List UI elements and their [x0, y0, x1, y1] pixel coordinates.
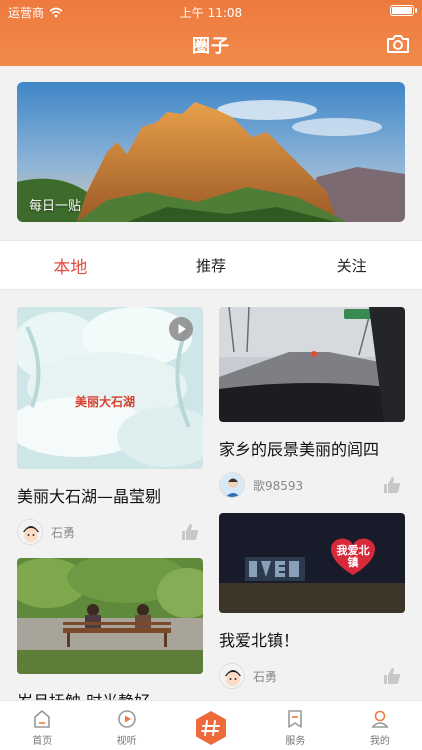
post-card[interactable]: 我爱北镇 我爱北镇！ 石勇	[219, 513, 405, 689]
road-image	[219, 307, 405, 422]
user-icon	[371, 710, 389, 728]
night-sign-image	[219, 513, 405, 613]
thumbs-up-icon[interactable]	[383, 667, 401, 685]
avatar[interactable]	[17, 519, 43, 545]
play-icon	[117, 710, 136, 728]
bookmark-icon	[288, 710, 303, 728]
status-bar: 运营商 上午 11:08	[0, 0, 422, 22]
tab-profile[interactable]: 我的	[338, 701, 422, 750]
post-card[interactable]: 美丽大石湖 美丽大石湖—晶莹剔 石勇	[17, 307, 203, 545]
tab-label: 首页	[32, 736, 53, 747]
post-caption: 美丽大石湖—晶莹剔	[17, 487, 162, 506]
tab-service[interactable]: 服务	[253, 701, 337, 750]
video-play-icon[interactable]	[169, 317, 193, 341]
tab-follow[interactable]: 关注	[281, 241, 422, 289]
post-caption: 家乡的辰景美丽的闾四	[219, 440, 380, 459]
tab-label: 我的	[369, 736, 390, 747]
post-card[interactable]: 家乡的辰景美丽的闾四 歌98593	[219, 307, 405, 498]
camera-icon[interactable]	[386, 34, 410, 54]
page-title: 圈子	[192, 36, 230, 57]
image-overlay-text: 我爱北镇	[336, 544, 370, 569]
post-thumbnail[interactable]	[17, 558, 203, 674]
tab-media[interactable]: 视听	[84, 701, 168, 750]
header-bar: 运营商 上午 11:08 圈子	[0, 0, 422, 66]
tab-home[interactable]: 首页	[0, 701, 84, 750]
post-thumbnail[interactable]: 美丽大石湖	[17, 307, 203, 469]
tab-circle[interactable]	[169, 701, 253, 750]
daily-post-banner[interactable]: 每日一贴	[17, 82, 405, 222]
post-author[interactable]: 歌98593	[253, 477, 303, 494]
battery-icon	[390, 5, 417, 16]
post-card[interactable]: 岁月抚触 时光静好	[17, 558, 203, 712]
tab-local[interactable]: 本地	[0, 241, 141, 289]
post-caption: 我爱北镇！	[219, 631, 300, 650]
post-meta: 石勇	[17, 519, 203, 545]
tab-label: 服务	[285, 736, 306, 747]
status-time: 上午 11:08	[179, 6, 243, 20]
thumbs-up-icon[interactable]	[181, 523, 199, 541]
avatar[interactable]	[219, 663, 245, 689]
post-author[interactable]: 石勇	[253, 668, 277, 685]
bottom-tab-bar: 首页 视听 服务 我的	[0, 700, 422, 750]
thumbs-up-icon[interactable]	[383, 476, 401, 494]
hash-icon	[196, 711, 227, 745]
tab-recommend[interactable]: 推荐	[141, 241, 282, 289]
post-thumbnail[interactable]	[219, 307, 405, 422]
banner-label: 每日一贴	[29, 199, 82, 214]
post-author[interactable]: 石勇	[51, 524, 75, 541]
tab-label: 视听	[116, 736, 137, 747]
avatar[interactable]	[219, 472, 245, 498]
park-bench-image	[17, 558, 203, 674]
post-meta: 歌98593	[219, 472, 405, 498]
post-meta: 石勇	[219, 663, 405, 689]
post-thumbnail[interactable]: 我爱北镇	[219, 513, 405, 613]
home-icon	[34, 710, 51, 728]
feed-tabs: 本地 推荐 关注	[0, 240, 422, 290]
image-overlay-text: 美丽大石湖	[75, 395, 136, 409]
